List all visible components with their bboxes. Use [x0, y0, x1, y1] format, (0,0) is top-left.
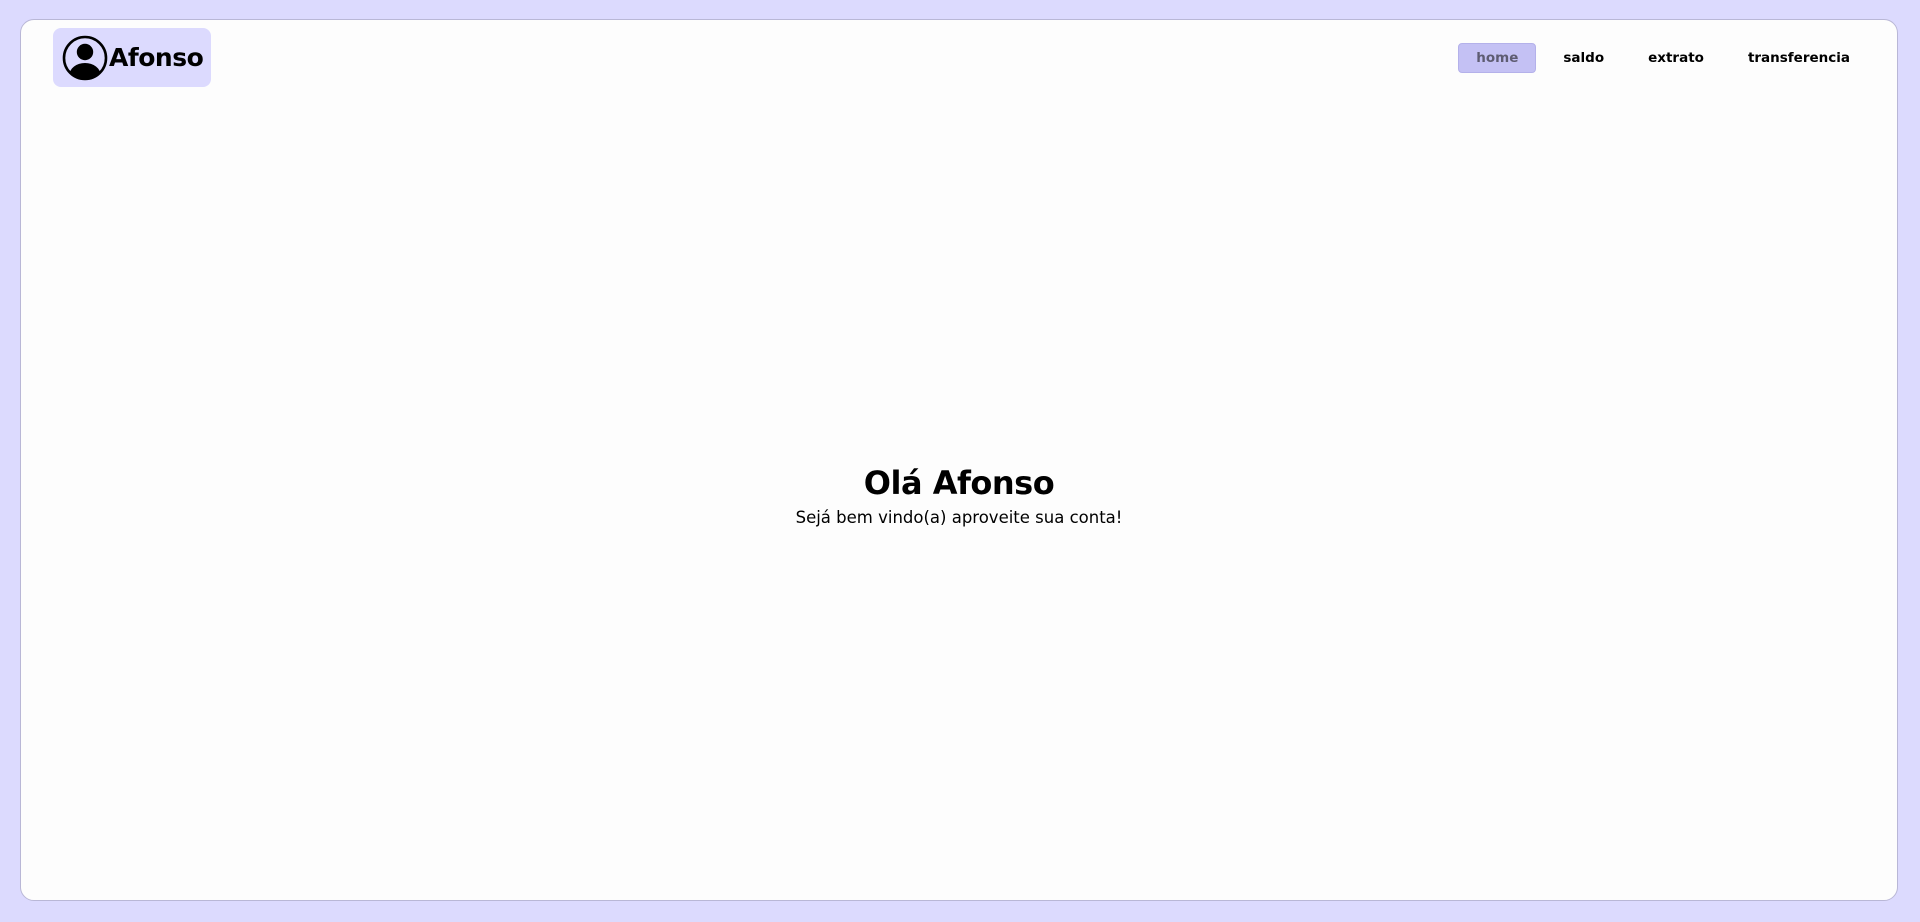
brand-name: Afonso — [109, 43, 204, 72]
nav-transferencia[interactable]: transferencia — [1731, 43, 1867, 73]
welcome-subtitle: Sejá bem vindo(a) aproveite sua conta! — [795, 508, 1123, 527]
main-card: Afonso home saldo extrato transferencia … — [20, 19, 1898, 901]
top-nav: home saldo extrato transferencia — [1448, 43, 1867, 73]
nav-home[interactable]: home — [1458, 43, 1537, 73]
user-circle-icon — [62, 35, 108, 80]
greeting-heading: Olá Afonso — [863, 464, 1055, 502]
brand-badge[interactable]: Afonso — [53, 28, 212, 87]
nav-saldo[interactable]: saldo — [1546, 43, 1621, 73]
welcome-section: Olá Afonso Sejá bem vindo(a) aproveite s… — [21, 463, 1897, 533]
nav-extrato[interactable]: extrato — [1631, 43, 1721, 73]
